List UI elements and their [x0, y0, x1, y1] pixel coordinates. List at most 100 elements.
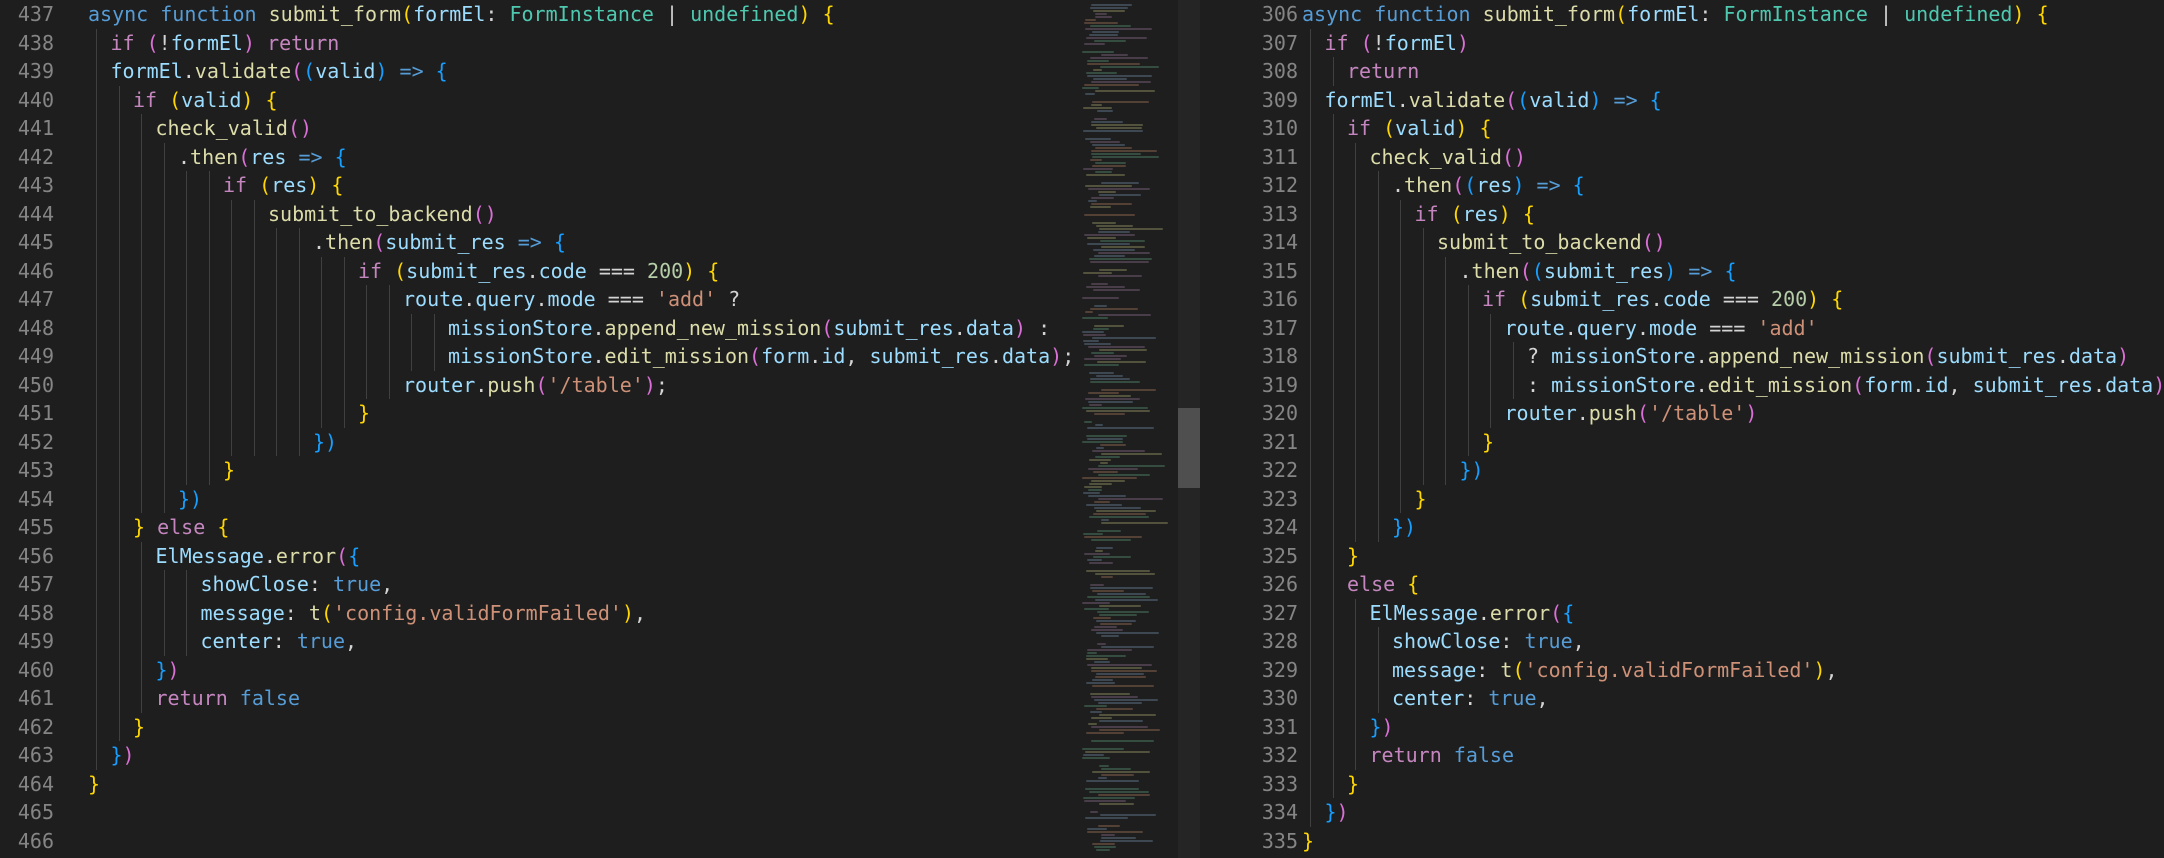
code-line[interactable]: 317 route.query.mode === 'add': [1200, 313, 2164, 343]
code-line[interactable]: 456 ElMessage.error({: [0, 541, 1072, 571]
code-line[interactable]: 334}): [1200, 798, 2164, 827]
code-text[interactable]: center: true,: [88, 627, 358, 656]
minimap[interactable]: [1078, 0, 1178, 858]
code-text[interactable]: missionStore.edit_mission(form.id, submi…: [88, 342, 1072, 371]
code-line[interactable]: 444 submit_to_backend(): [0, 199, 1072, 229]
code-line[interactable]: 309 formEl.validate((valid) => {: [1200, 85, 2164, 114]
code-line[interactable]: 466: [0, 827, 1072, 856]
code-line[interactable]: 330 center: true,: [1200, 684, 2164, 713]
code-text[interactable]: submit_to_backend(): [88, 200, 497, 229]
code-line[interactable]: 326 else {: [1200, 570, 2164, 599]
code-text[interactable]: }: [88, 399, 370, 428]
code-line[interactable]: 322}): [1200, 456, 2164, 485]
code-text[interactable]: }): [1302, 798, 1349, 827]
code-line[interactable]: 450 router.push('/table');: [0, 370, 1072, 399]
code-line[interactable]: 462}: [0, 712, 1072, 742]
code-line[interactable]: 451}: [0, 399, 1072, 428]
code-line[interactable]: 464}: [0, 770, 1072, 799]
code-text[interactable]: return: [1302, 57, 1419, 86]
code-text[interactable]: route.query.mode === 'add': [1302, 314, 1818, 343]
overview-ruler-scrollbar[interactable]: [1178, 0, 1200, 858]
code-line[interactable]: 447 route.query.mode === 'add' ?: [0, 285, 1072, 314]
code-line[interactable]: 306 async function submit_form(formEl: Fo…: [1200, 0, 2164, 29]
code-text[interactable]: return false: [1302, 741, 1515, 770]
code-text[interactable]: .then(submit_res => {: [88, 228, 566, 257]
code-line[interactable]: 329 message: t('config.validFormFailed'),: [1200, 655, 2164, 684]
code-line[interactable]: 325}: [1200, 541, 2164, 570]
code-line[interactable]: 311 check_valid(): [1200, 142, 2164, 172]
code-text[interactable]: route.query.mode === 'add' ?: [88, 285, 740, 314]
code-line[interactable]: 449 missionStore.edit_mission(form.id, su…: [0, 342, 1072, 371]
code-text[interactable]: }): [88, 656, 180, 685]
code-text[interactable]: }: [88, 770, 100, 799]
code-text[interactable]: if (res) {: [1302, 200, 1535, 229]
code-line[interactable]: 313 if (res) {: [1200, 199, 2164, 229]
code-line[interactable]: 453}: [0, 456, 1072, 485]
code-text[interactable]: missionStore.append_new_mission(submit_r…: [88, 314, 1050, 343]
code-text[interactable]: } else {: [88, 513, 229, 542]
code-line[interactable]: 437 async function submit_form(formEl: Fo…: [0, 0, 1072, 29]
code-text[interactable]: }: [1302, 485, 1427, 514]
code-text[interactable]: router.push('/table'): [1302, 399, 1758, 428]
code-text[interactable]: ElMessage.error({: [88, 542, 361, 571]
code-line[interactable]: 308 return: [1200, 57, 2164, 86]
code-line[interactable]: 319: missionStore.edit_mission(form.id, …: [1200, 370, 2164, 400]
code-line[interactable]: 452}): [0, 427, 1072, 457]
code-text[interactable]: .then((submit_res) => {: [1302, 257, 1737, 286]
code-text[interactable]: }: [88, 713, 145, 742]
code-line[interactable]: 324}): [1200, 513, 2164, 542]
code-text[interactable]: message: t('config.validFormFailed'),: [88, 599, 647, 628]
code-text[interactable]: center: true,: [1302, 684, 1549, 713]
code-line[interactable]: 314 submit_to_backend(): [1200, 228, 2164, 257]
code-text[interactable]: }): [88, 741, 135, 770]
code-line[interactable]: 445 .then(submit_res => {: [0, 228, 1072, 257]
code-text[interactable]: .then((res) => {: [1302, 171, 1585, 200]
scrollbar-thumb[interactable]: [1178, 408, 1200, 488]
code-line[interactable]: 458 message: t('config.validFormFailed'),: [0, 598, 1072, 628]
code-line[interactable]: 318? missionStore.append_new_mission(sub…: [1200, 342, 2164, 371]
code-line[interactable]: 461 return false: [0, 684, 1072, 713]
code-text[interactable]: }: [1302, 770, 1359, 799]
code-text[interactable]: }: [88, 456, 235, 485]
code-text[interactable]: if (valid) {: [1302, 114, 1492, 143]
code-line[interactable]: 307 if (!formEl): [1200, 28, 2164, 58]
code-line[interactable]: 331}): [1200, 712, 2164, 742]
code-text[interactable]: if (!formEl): [1302, 29, 1470, 58]
code-line[interactable]: 321}: [1200, 427, 2164, 456]
code-text[interactable]: : missionStore.edit_mission(form.id, sub…: [1302, 371, 2164, 400]
code-line[interactable]: 442 .then(res => {: [0, 142, 1072, 172]
code-text[interactable]: else {: [1302, 570, 1419, 599]
code-text[interactable]: return false: [88, 684, 301, 713]
code-line[interactable]: 443 if (res) {: [0, 171, 1072, 200]
left-code-editor[interactable]: 437 async function submit_form(formEl: Fo…: [0, 0, 1072, 858]
code-text[interactable]: }): [1302, 456, 1484, 485]
code-text[interactable]: }): [88, 428, 337, 457]
code-line[interactable]: 460}): [0, 655, 1072, 685]
code-line[interactable]: 335}: [1200, 827, 2164, 856]
code-text[interactable]: check_valid(): [1302, 143, 1527, 172]
code-line[interactable]: 446 if (submit_res.code === 200) {: [0, 256, 1072, 286]
code-line[interactable]: 312 .then((res) => {: [1200, 171, 2164, 200]
code-text[interactable]: async function submit_form(formEl: FormI…: [1302, 0, 2049, 29]
code-text[interactable]: ? missionStore.append_new_mission(submit…: [1302, 342, 2129, 371]
code-text[interactable]: if (res) {: [88, 171, 343, 200]
code-text[interactable]: .then(res => {: [88, 143, 347, 172]
code-text[interactable]: submit_to_backend(): [1302, 228, 1666, 257]
code-text[interactable]: ElMessage.error({: [1302, 599, 1575, 628]
code-line[interactable]: 463}): [0, 741, 1072, 770]
code-text[interactable]: }): [1302, 513, 1416, 542]
code-text[interactable]: if (submit_res.code === 200) {: [1302, 285, 1843, 314]
code-line[interactable]: 333}: [1200, 769, 2164, 799]
code-line[interactable]: 328 showClose: true,: [1200, 627, 2164, 656]
code-line[interactable]: 457 showClose: true,: [0, 570, 1072, 599]
code-text[interactable]: if (!formEl) return: [88, 29, 340, 58]
code-line[interactable]: 332 return false: [1200, 741, 2164, 770]
code-text[interactable]: if (submit_res.code === 200) {: [88, 257, 719, 286]
code-line[interactable]: 455} else {: [0, 513, 1072, 542]
code-text[interactable]: async function submit_form(formEl: FormI…: [88, 0, 835, 29]
code-text[interactable]: }): [1302, 713, 1394, 742]
code-line[interactable]: 454}): [0, 484, 1072, 513]
code-line[interactable]: 323}: [1200, 484, 2164, 514]
code-text[interactable]: check_valid(): [88, 114, 313, 143]
code-text[interactable]: if (valid) {: [88, 86, 278, 115]
